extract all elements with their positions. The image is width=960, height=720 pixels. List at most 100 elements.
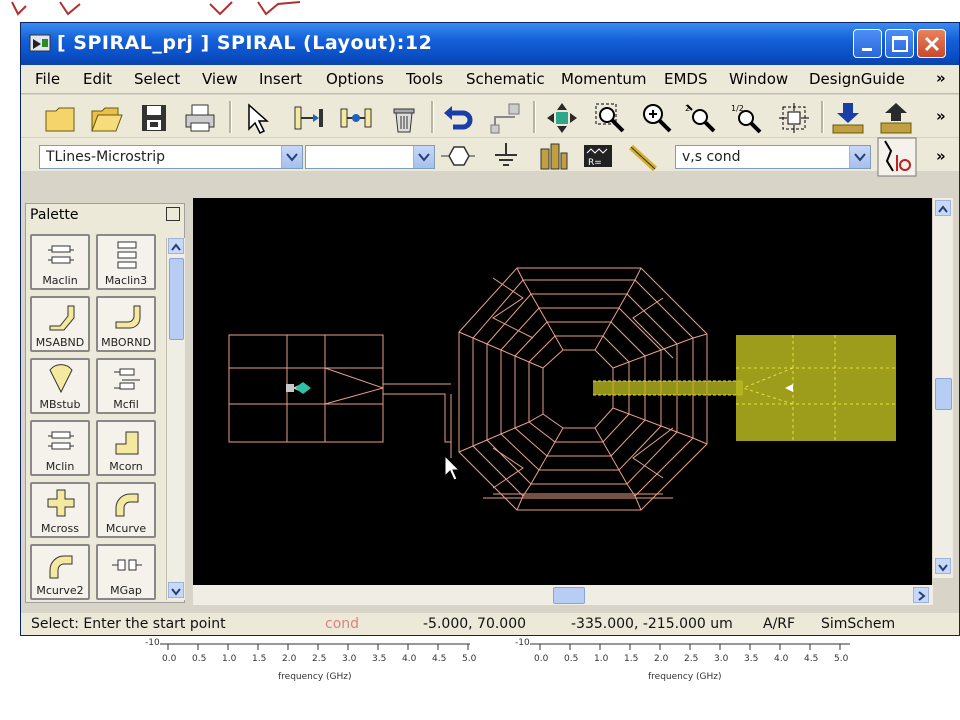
ground-icon[interactable] — [489, 141, 523, 175]
toolbar: 2 1/2 » TLines-Microstrip R= v,s cond » — [21, 95, 959, 177]
select-arrow-icon[interactable] — [239, 101, 273, 135]
menu-select[interactable]: Select — [134, 70, 180, 88]
zoom-point-icon[interactable]: 2 — [683, 101, 717, 135]
menu-insert[interactable]: Insert — [259, 70, 302, 88]
toolbar-overflow-button[interactable]: » — [936, 107, 946, 125]
left-axis-tick-label: 2.0 — [282, 654, 297, 664]
delete-trash-icon[interactable] — [387, 101, 421, 135]
layer-combo-arrow[interactable] — [849, 146, 870, 168]
chevron-down-icon — [854, 153, 866, 162]
mbstub-icon — [49, 364, 73, 394]
save-icon[interactable] — [137, 101, 171, 135]
pencil-icon[interactable] — [627, 141, 661, 175]
palette-item-maclin3[interactable]: Maclin3 — [96, 234, 156, 290]
palette-scrollbar[interactable] — [166, 238, 185, 600]
left-axis-tick-label: 3.5 — [372, 654, 387, 664]
close-button[interactable] — [917, 29, 946, 58]
print-icon[interactable] — [183, 101, 217, 135]
scroll-down-arrow[interactable] — [935, 558, 951, 574]
chevron-down-icon — [171, 588, 181, 596]
scroll-down-arrow[interactable] — [168, 582, 184, 598]
menu-overflow-button[interactable]: » — [936, 69, 946, 87]
component-combo-arrow[interactable] — [413, 146, 434, 168]
toolbar-separator — [431, 101, 434, 133]
palette-item-mcurve2[interactable]: Mcurve2 — [30, 544, 90, 600]
menu-options[interactable]: Options — [326, 70, 384, 88]
canvas-hscroll-thumb[interactable] — [553, 587, 585, 604]
palette-item-mclin[interactable]: Mclin — [30, 420, 90, 476]
toolbar-row2-overflow-button[interactable]: » — [936, 147, 946, 165]
palette-item-mcorn[interactable]: Mcorn — [96, 420, 156, 476]
menu-edit[interactable]: Edit — [83, 70, 112, 88]
toolbar-separator — [533, 101, 536, 133]
left-axis-tick-label: 1.0 — [222, 654, 237, 664]
title-bar[interactable]: [ SPIRAL_prj ] SPIRAL (Layout):12 — [21, 23, 959, 65]
undo-icon[interactable] — [441, 101, 475, 135]
toolbar-separator — [229, 101, 232, 133]
move-component-icon[interactable] — [291, 101, 325, 135]
menu-tools[interactable]: Tools — [406, 70, 443, 88]
status-mode: A/RF — [763, 616, 796, 632]
building-icon[interactable] — [535, 141, 569, 175]
push-into-hierarchy-icon[interactable] — [831, 101, 865, 135]
chevron-right-icon — [918, 591, 926, 601]
open-folder-icon[interactable] — [89, 101, 123, 135]
scroll-right-arrow[interactable] — [913, 587, 929, 603]
library-combo[interactable]: TLines-Microstrip — [39, 145, 303, 169]
canvas-vscroll-thumb[interactable] — [935, 378, 952, 410]
pan-icon[interactable] — [545, 101, 579, 135]
palette-dock-icon[interactable] — [166, 207, 180, 221]
pop-out-hierarchy-icon[interactable] — [879, 101, 913, 135]
svg-text:2: 2 — [685, 104, 690, 113]
palette-item-msabnd[interactable]: MSABND — [30, 296, 90, 352]
menu-emds[interactable]: EMDS — [664, 70, 708, 88]
new-file-icon[interactable] — [43, 101, 77, 135]
toolbar-separator — [821, 101, 824, 133]
menu-view[interactable]: View — [202, 70, 238, 88]
menu-schematic[interactable]: Schematic — [466, 70, 545, 88]
toggle-insert-icon[interactable] — [877, 137, 917, 177]
toolbar-row-main: 2 1/2 » — [21, 95, 959, 138]
maximize-button[interactable] — [885, 29, 914, 58]
palette-item-label: Maclin3 — [104, 274, 148, 287]
fit-view-icon[interactable] — [777, 101, 811, 135]
palette-scroll-thumb[interactable] — [169, 258, 184, 340]
palette-header: Palette — [26, 204, 184, 226]
chevron-up-icon — [171, 243, 181, 251]
menu-bar: File Edit Select View Insert Options Too… — [21, 65, 959, 94]
menu-window[interactable]: Window — [729, 70, 788, 88]
palette-item-maclin[interactable]: Maclin — [30, 234, 90, 290]
canvas-vertical-scrollbar[interactable] — [933, 198, 953, 578]
polygon-icon[interactable] — [441, 141, 475, 175]
status-bar: Select: Enter the start point cond -5.00… — [21, 613, 959, 635]
palette-item-mcross[interactable]: Mcross — [30, 482, 90, 538]
canvas-horizontal-scrollbar[interactable] — [193, 585, 933, 605]
layer-combo[interactable]: v,s cond — [675, 145, 871, 169]
zoom-area-icon[interactable] — [593, 101, 627, 135]
palette-item-mbornd[interactable]: MBORND — [96, 296, 156, 352]
scroll-up-arrow[interactable] — [935, 200, 951, 216]
menu-file[interactable]: File — [35, 70, 60, 88]
menu-momentum[interactable]: Momentum — [561, 70, 646, 88]
scroll-up-arrow[interactable] — [168, 238, 184, 254]
left-axis-label: frequency (GHz) — [278, 672, 352, 682]
menu-designguide[interactable]: DesignGuide — [809, 70, 905, 88]
library-combo-arrow[interactable] — [281, 146, 302, 168]
underpass-line — [593, 380, 743, 396]
palette-item-mgap[interactable]: MGap — [96, 544, 156, 600]
chevron-down-icon — [938, 564, 948, 572]
palette-item-mbstub[interactable]: MBstub — [30, 358, 90, 414]
layout-canvas[interactable] — [193, 198, 932, 603]
zoom-out-icon[interactable]: 1/2 — [729, 101, 763, 135]
component-combo[interactable] — [305, 145, 435, 169]
minimize-button[interactable] — [853, 29, 882, 58]
palette-item-mcfil[interactable]: Mcfil — [96, 358, 156, 414]
zoom-in-icon[interactable] — [639, 101, 673, 135]
rotate-component-icon[interactable] — [339, 101, 373, 135]
insert-wire-icon[interactable] — [489, 101, 523, 135]
resistor-box-icon[interactable]: R= — [581, 141, 615, 175]
right-port-pad[interactable] — [736, 335, 896, 441]
palette-item-mcurve[interactable]: Mcurve — [96, 482, 156, 538]
right-axis-tick-label: 3.5 — [744, 654, 759, 664]
left-axis-tick-label: 5.0 — [462, 654, 477, 664]
